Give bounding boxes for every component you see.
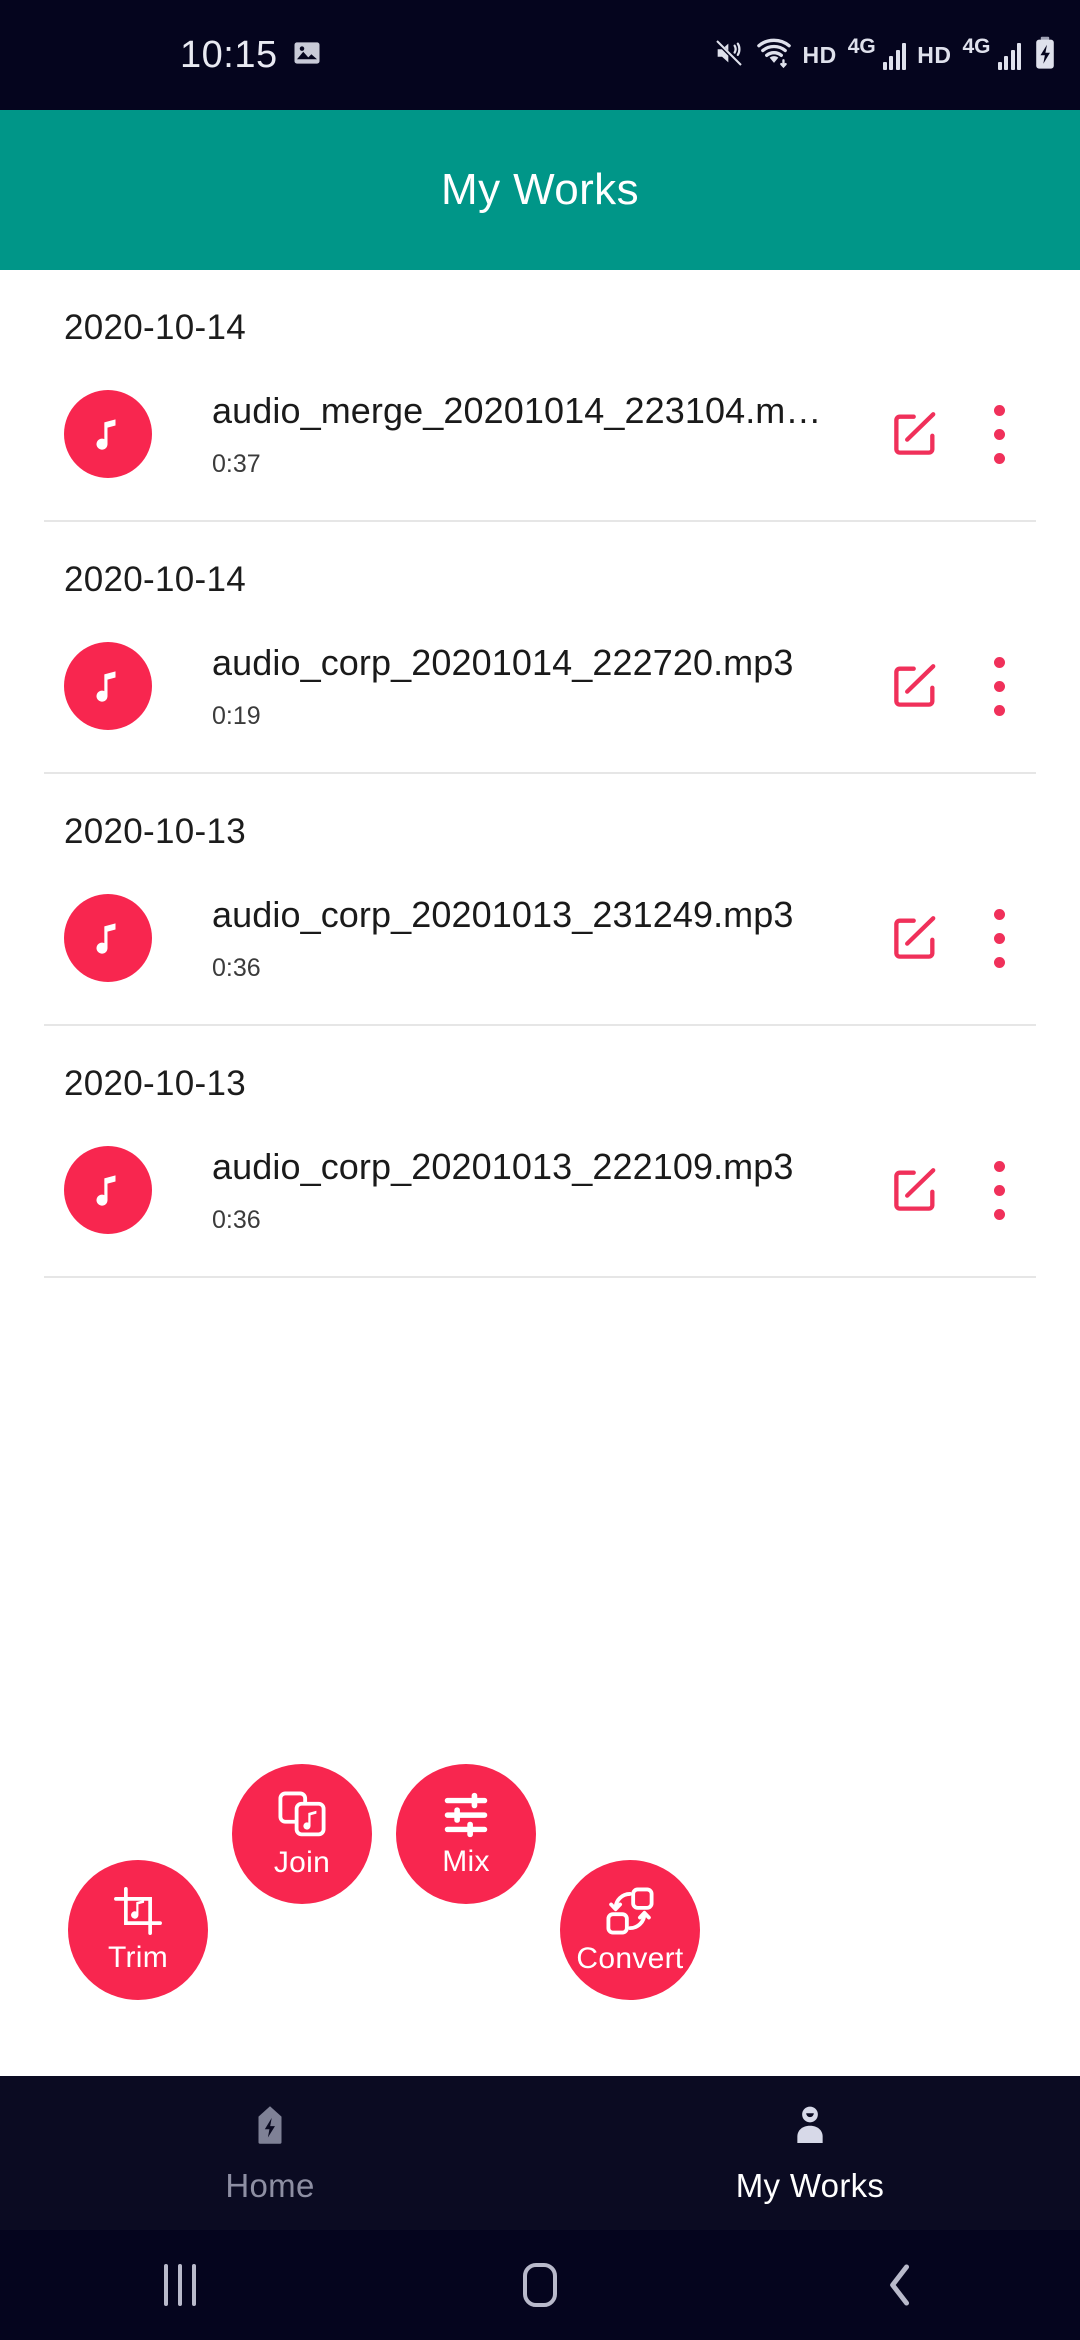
status-clock: 10:15 bbox=[180, 33, 278, 76]
quick-actions: Trim Join Mix Convert bbox=[0, 1740, 1080, 2040]
list-item-actions bbox=[874, 643, 1080, 729]
status-bar-right: HD 4G HD 4G bbox=[713, 0, 1059, 110]
person-icon bbox=[787, 2102, 833, 2153]
list-item[interactable]: audio_corp_20201014_222720.mp3 0:19 bbox=[0, 600, 1080, 772]
trim-button[interactable]: Trim bbox=[68, 1860, 208, 2000]
more-vertical-icon[interactable] bbox=[956, 895, 1042, 981]
hd-icon: HD bbox=[802, 41, 837, 68]
image-icon bbox=[292, 38, 322, 73]
battery-charging-icon bbox=[1032, 36, 1058, 75]
home-square-icon[interactable] bbox=[360, 2263, 720, 2307]
music-note-icon bbox=[64, 894, 152, 982]
mix-button[interactable]: Mix bbox=[396, 1764, 536, 1904]
nav-label-home: Home bbox=[225, 2166, 315, 2204]
group-date: 2020-10-14 bbox=[64, 560, 247, 599]
list-item-text: audio_corp_20201013_231249.mp3 0:36 bbox=[212, 894, 874, 983]
list-item-actions bbox=[874, 895, 1080, 981]
list-item-actions bbox=[874, 1147, 1080, 1233]
join-button[interactable]: Join bbox=[232, 1764, 372, 1904]
list-group: 2020-10-14 audio_merge_20201014_223104.m… bbox=[0, 270, 1080, 522]
network-type-label: 4G bbox=[847, 35, 876, 58]
edit-icon[interactable] bbox=[874, 645, 956, 727]
list-group: 2020-10-14 audio_corp_20201014_222720.mp… bbox=[0, 522, 1080, 774]
mix-label: Mix bbox=[442, 1845, 490, 1878]
join-label: Join bbox=[273, 1846, 331, 1879]
4g-signal-icon bbox=[882, 40, 907, 70]
list-item-text: audio_merge_20201014_223104.m… 0:37 bbox=[212, 390, 874, 479]
status-bar-left: 10:15 bbox=[180, 34, 322, 77]
convert-button[interactable]: Convert bbox=[560, 1860, 700, 2000]
4g-signal-icon-2 bbox=[997, 40, 1021, 70]
phone-screen: 10:15 HD 4G HD 4G My Works 2020-10-14 au… bbox=[0, 0, 1080, 2340]
crop-music-icon bbox=[112, 1885, 164, 1937]
convert-label: Convert bbox=[576, 1942, 684, 1975]
list-item-filename: audio_merge_20201014_223104.m… bbox=[212, 389, 822, 431]
join-files-icon bbox=[275, 1788, 329, 1842]
network-type-label-2: 4G bbox=[962, 35, 991, 58]
music-note-icon bbox=[64, 1146, 152, 1234]
nav-label-my-works: My Works bbox=[735, 2166, 885, 2204]
flash-shield-icon bbox=[247, 2102, 293, 2153]
status-bar: 10:15 HD 4G HD 4G bbox=[0, 0, 1080, 110]
edit-icon[interactable] bbox=[874, 897, 956, 979]
group-date: 2020-10-14 bbox=[64, 308, 247, 347]
convert-arrows-icon bbox=[603, 1884, 657, 1938]
mute-vibrate-icon bbox=[713, 37, 745, 74]
edit-icon[interactable] bbox=[874, 393, 956, 475]
more-vertical-icon[interactable] bbox=[956, 391, 1042, 477]
list-item-filename: audio_corp_20201013_222109.mp3 bbox=[212, 1145, 794, 1187]
group-date: 2020-10-13 bbox=[64, 812, 247, 851]
list-group: 2020-10-13 audio_corp_20201013_231249.mp… bbox=[0, 774, 1080, 1026]
group-date: 2020-10-13 bbox=[64, 1064, 247, 1103]
recents-icon[interactable] bbox=[0, 2264, 360, 2306]
list-item-text: audio_corp_20201013_222109.mp3 0:36 bbox=[212, 1146, 874, 1235]
list-item[interactable]: audio_corp_20201013_222109.mp3 0:36 bbox=[0, 1104, 1080, 1276]
list-group: 2020-10-13 audio_corp_20201013_222109.mp… bbox=[0, 1026, 1080, 1278]
edit-icon[interactable] bbox=[874, 1149, 956, 1231]
hd-icon-2: HD bbox=[917, 41, 952, 68]
bottom-navigation: Home My Works bbox=[0, 2076, 1080, 2230]
page-title: My Works bbox=[441, 165, 639, 214]
list-item-duration: 0:36 bbox=[212, 953, 261, 982]
more-vertical-icon[interactable] bbox=[956, 1147, 1042, 1233]
list-item[interactable]: audio_corp_20201013_231249.mp3 0:36 bbox=[0, 852, 1080, 1024]
list-item-filename: audio_corp_20201013_231249.mp3 bbox=[212, 893, 794, 935]
back-chevron-icon[interactable] bbox=[720, 2262, 1080, 2308]
list-item-duration: 0:36 bbox=[212, 1205, 261, 1234]
list-item-text: audio_corp_20201014_222720.mp3 0:19 bbox=[212, 642, 874, 731]
list-divider bbox=[44, 1276, 1036, 1278]
list-item-actions bbox=[874, 391, 1080, 477]
nav-item-home[interactable]: Home bbox=[0, 2076, 540, 2230]
music-note-icon bbox=[64, 642, 152, 730]
system-navigation-bar bbox=[0, 2230, 1080, 2340]
sliders-icon bbox=[440, 1789, 492, 1841]
works-list[interactable]: 2020-10-14 audio_merge_20201014_223104.m… bbox=[0, 270, 1080, 1278]
app-bar: My Works bbox=[0, 110, 1080, 270]
trim-label: Trim bbox=[107, 1941, 169, 1974]
list-item-filename: audio_corp_20201014_222720.mp3 bbox=[212, 641, 794, 683]
list-item-duration: 0:37 bbox=[212, 449, 261, 478]
nav-item-my-works[interactable]: My Works bbox=[540, 2076, 1080, 2230]
wifi-icon bbox=[756, 37, 792, 74]
music-note-icon bbox=[64, 390, 152, 478]
list-item[interactable]: audio_merge_20201014_223104.m… 0:37 bbox=[0, 348, 1080, 520]
list-item-duration: 0:19 bbox=[212, 701, 261, 730]
more-vertical-icon[interactable] bbox=[956, 643, 1042, 729]
